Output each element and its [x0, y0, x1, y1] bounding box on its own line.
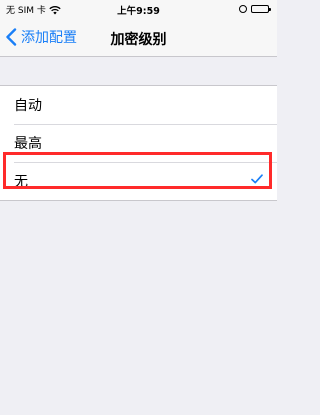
back-button[interactable]: 添加配置 — [5, 27, 77, 47]
option-auto[interactable]: 自动 — [0, 86, 277, 124]
status-right — [239, 5, 271, 13]
option-label: 无 — [14, 174, 28, 190]
status-bar: 无 SIM 卡 上午9:59 — [0, 0, 277, 20]
battery-icon — [251, 5, 271, 13]
checkmark-icon — [251, 174, 263, 184]
chevron-left-icon — [6, 28, 17, 46]
option-label: 自动 — [14, 98, 42, 114]
option-none[interactable]: 无 — [0, 162, 277, 200]
status-time: 上午9:59 — [117, 6, 160, 17]
alarm-icon — [239, 5, 247, 13]
encryption-level-list: 自动 最高 无 — [0, 85, 277, 201]
option-label: 最高 — [14, 136, 42, 152]
back-button-label: 添加配置 — [21, 30, 77, 46]
navigation-bar: 添加配置 加密级别 — [0, 20, 277, 57]
option-highest[interactable]: 最高 — [0, 124, 277, 162]
